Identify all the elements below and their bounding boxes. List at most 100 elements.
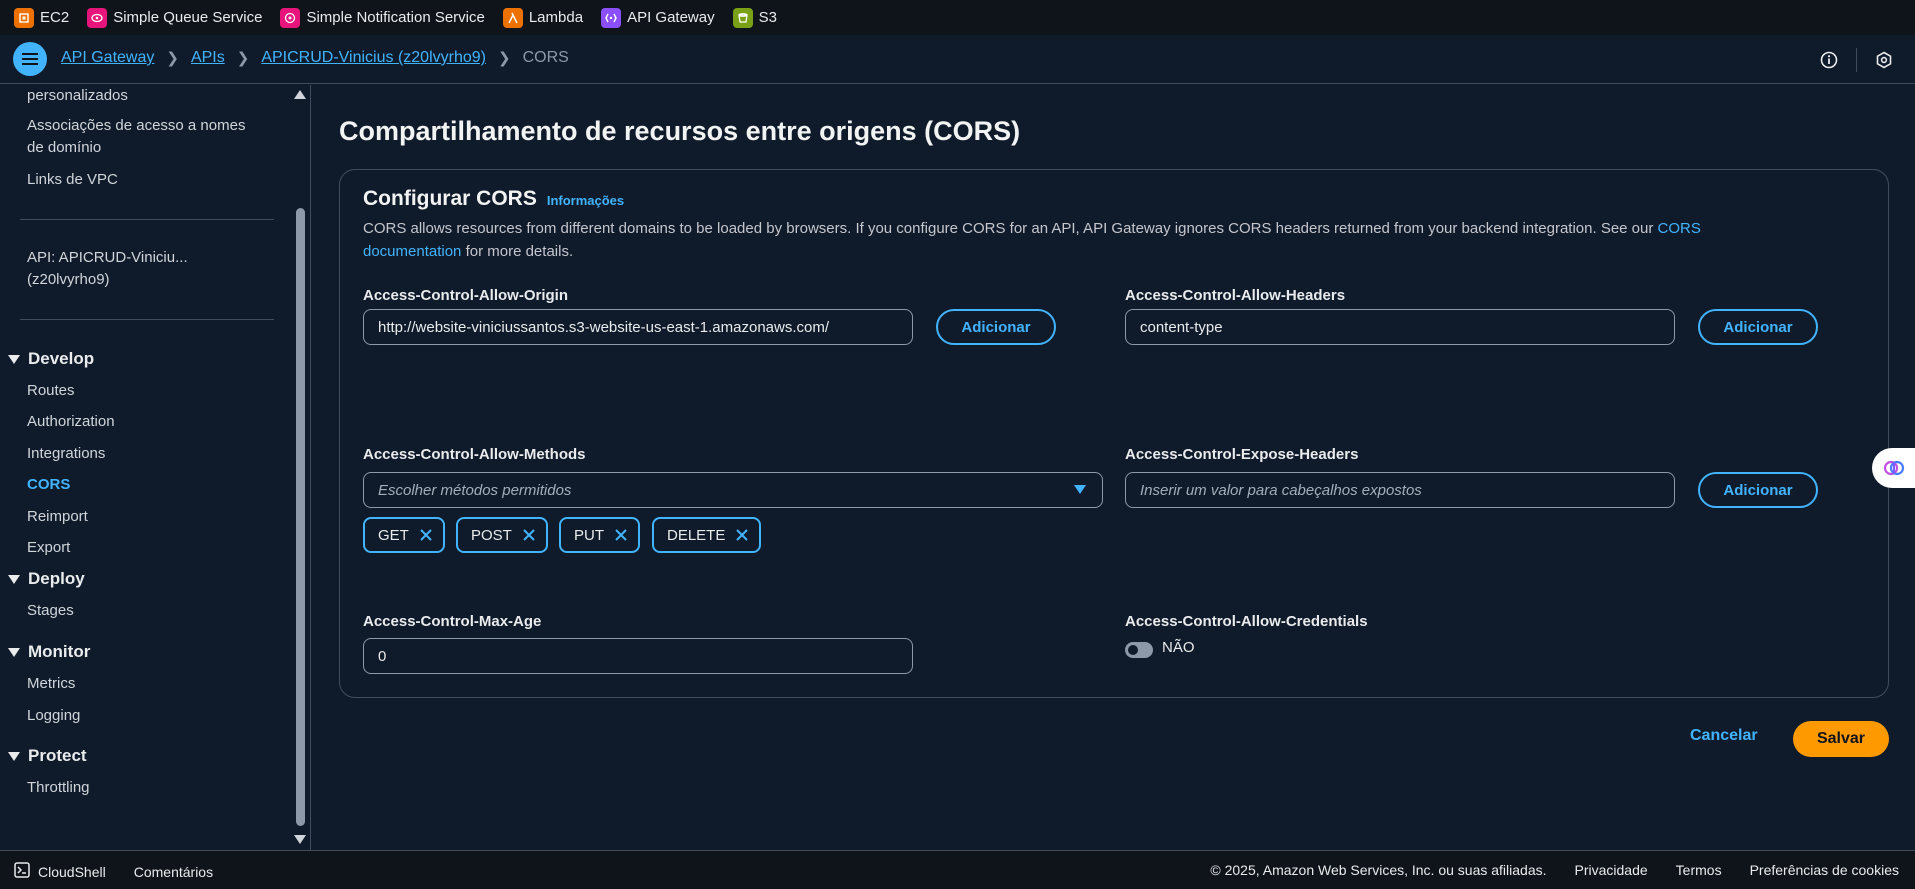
- close-icon[interactable]: [417, 526, 435, 544]
- section-deploy[interactable]: Deploy: [8, 569, 85, 589]
- close-icon[interactable]: [733, 526, 751, 544]
- feedback-link[interactable]: Comentários: [134, 864, 213, 880]
- chevron-right-icon: ❯: [166, 50, 179, 67]
- caret-down-icon: [8, 354, 20, 364]
- info-icon[interactable]: [1818, 49, 1840, 71]
- section-title: Deploy: [28, 569, 85, 588]
- settings-icon[interactable]: [1873, 49, 1895, 71]
- token-label: GET: [378, 526, 409, 544]
- favorite-s3[interactable]: S3: [732, 7, 777, 28]
- cloudshell-link[interactable]: CloudShell: [38, 864, 106, 880]
- terms-link[interactable]: Termos: [1676, 862, 1722, 878]
- sidebar-item-vpc-links[interactable]: Links de VPC: [27, 169, 118, 191]
- breadcrumb-apis[interactable]: APIs: [191, 49, 225, 67]
- toggle-knob: [1128, 645, 1138, 655]
- sidebar-item-domain-access-line2[interactable]: de domínio: [27, 137, 101, 159]
- api-gateway-icon: [601, 7, 622, 28]
- sidebar-item-stages[interactable]: Stages: [27, 600, 74, 622]
- brain-icon: [1883, 460, 1904, 476]
- sidebar-item-custom-domains[interactable]: personalizados: [27, 85, 128, 107]
- sidebar-item-routes[interactable]: Routes: [27, 380, 75, 402]
- save-button[interactable]: Salvar: [1793, 721, 1889, 757]
- method-token-get: GET: [363, 517, 445, 553]
- breadcrumb-current: CORS: [522, 49, 569, 66]
- section-protect[interactable]: Protect: [8, 746, 87, 766]
- close-icon[interactable]: [520, 526, 538, 544]
- favorite-ec2[interactable]: EC2: [14, 7, 69, 28]
- section-title: Monitor: [28, 642, 91, 661]
- favorite-sns[interactable]: Simple Notification Service: [280, 7, 485, 28]
- chevron-right-icon: ❯: [236, 50, 250, 67]
- cancel-button[interactable]: Cancelar: [1690, 727, 1758, 745]
- favorite-sqs[interactable]: Simple Queue Service: [87, 7, 263, 28]
- sidebar-item-export[interactable]: Export: [27, 537, 70, 559]
- scroll-down-icon[interactable]: [294, 835, 306, 844]
- allow-credentials-toggle[interactable]: [1125, 642, 1153, 658]
- sidebar: personalizados Associações de acesso a n…: [0, 85, 311, 850]
- scrollbar-thumb[interactable]: [296, 208, 305, 826]
- sidebar-item-cors[interactable]: CORS: [27, 474, 70, 496]
- documentation-link[interactable]: documentation: [363, 243, 461, 260]
- token-label: POST: [471, 526, 512, 544]
- sidebar-divider: [20, 319, 274, 320]
- privacy-link[interactable]: Privacidade: [1575, 862, 1648, 878]
- section-title: Protect: [28, 746, 87, 765]
- assistant-widget[interactable]: [1872, 448, 1915, 488]
- description-text: CORS allows resources from different dom…: [363, 220, 1654, 237]
- chevron-right-icon: ❯: [497, 50, 511, 67]
- sidebar-item-metrics[interactable]: Metrics: [27, 673, 75, 695]
- max-age-label: Access-Control-Max-Age: [363, 613, 542, 630]
- favorites-bar: EC2 Simple Queue Service Simple Notifica…: [0, 0, 1915, 35]
- favorite-api-gateway[interactable]: API Gateway: [601, 7, 715, 28]
- caret-down-icon: [8, 574, 20, 584]
- info-link[interactable]: Informações: [547, 193, 624, 208]
- expose-headers-add-button[interactable]: Adicionar: [1698, 472, 1818, 508]
- footer: CloudShell Comentários © 2025, Amazon We…: [0, 850, 1915, 889]
- method-token-post: POST: [456, 517, 548, 553]
- scroll-up-icon[interactable]: [294, 90, 306, 99]
- sidebar-item-reimport[interactable]: Reimport: [27, 506, 88, 528]
- allow-methods-select[interactable]: Escolher métodos permitidos: [363, 472, 1103, 508]
- caret-down-icon[interactable]: [1074, 485, 1086, 494]
- favorite-label: Simple Queue Service: [113, 9, 263, 26]
- s3-icon: [732, 7, 753, 28]
- breadcrumb-api[interactable]: APICRUD-Vinicius (z20lvyrho9): [261, 49, 486, 67]
- allow-methods-label: Access-Control-Allow-Methods: [363, 446, 586, 463]
- sidebar-item-throttling[interactable]: Throttling: [27, 777, 90, 799]
- cors-config-panel: Configurar CORS Informações CORS allows …: [339, 169, 1889, 698]
- sidebar-item-logging[interactable]: Logging: [27, 705, 80, 727]
- token-label: DELETE: [667, 526, 726, 544]
- expose-headers-input[interactable]: Inserir um valor para cabeçalhos exposto…: [1125, 472, 1675, 508]
- allow-origin-add-button[interactable]: Adicionar: [936, 309, 1056, 345]
- sidebar-item-integrations[interactable]: Integrations: [27, 443, 105, 465]
- favorite-label: Lambda: [528, 9, 584, 26]
- favorite-lambda[interactable]: Lambda: [502, 7, 584, 28]
- section-title: Develop: [28, 349, 95, 368]
- sidebar-api-id[interactable]: (z20lvyrho9): [27, 269, 110, 291]
- sidebar-divider: [20, 219, 274, 220]
- allow-origin-input[interactable]: http://website-viniciussantos.s3-website…: [363, 309, 913, 345]
- allow-origin-label: Access-Control-Allow-Origin: [363, 287, 569, 304]
- sqs-icon: [87, 7, 108, 28]
- cookie-preferences-link[interactable]: Preferências de cookies: [1750, 862, 1899, 878]
- method-token-put: PUT: [559, 517, 640, 553]
- caret-down-icon: [8, 751, 20, 761]
- section-develop[interactable]: Develop: [8, 349, 94, 369]
- close-icon[interactable]: [612, 526, 630, 544]
- sns-icon: [280, 7, 301, 28]
- allow-headers-label: Access-Control-Allow-Headers: [1125, 287, 1346, 304]
- breadcrumb-header: API Gateway ❯ APIs ❯ APICRUD-Vinicius (z…: [0, 36, 1915, 84]
- section-monitor[interactable]: Monitor: [8, 642, 90, 662]
- max-age-input[interactable]: 0: [363, 638, 913, 674]
- description-tail: for more details.: [465, 243, 574, 260]
- sidebar-api-label[interactable]: API: APICRUD-Viniciu...: [27, 247, 188, 269]
- sidebar-item-domain-access[interactable]: Associações de acesso a nomes: [27, 115, 245, 137]
- breadcrumb: API Gateway ❯ APIs ❯ APICRUD-Vinicius (z…: [61, 49, 569, 67]
- menu-button[interactable]: [13, 42, 47, 76]
- allow-headers-add-button[interactable]: Adicionar: [1698, 309, 1818, 345]
- allow-headers-input[interactable]: content-type: [1125, 309, 1675, 345]
- cors-link[interactable]: CORS: [1658, 220, 1701, 237]
- cloudshell-icon[interactable]: [14, 862, 30, 881]
- breadcrumb-api-gateway[interactable]: API Gateway: [61, 49, 154, 67]
- sidebar-item-authorization[interactable]: Authorization: [27, 411, 115, 433]
